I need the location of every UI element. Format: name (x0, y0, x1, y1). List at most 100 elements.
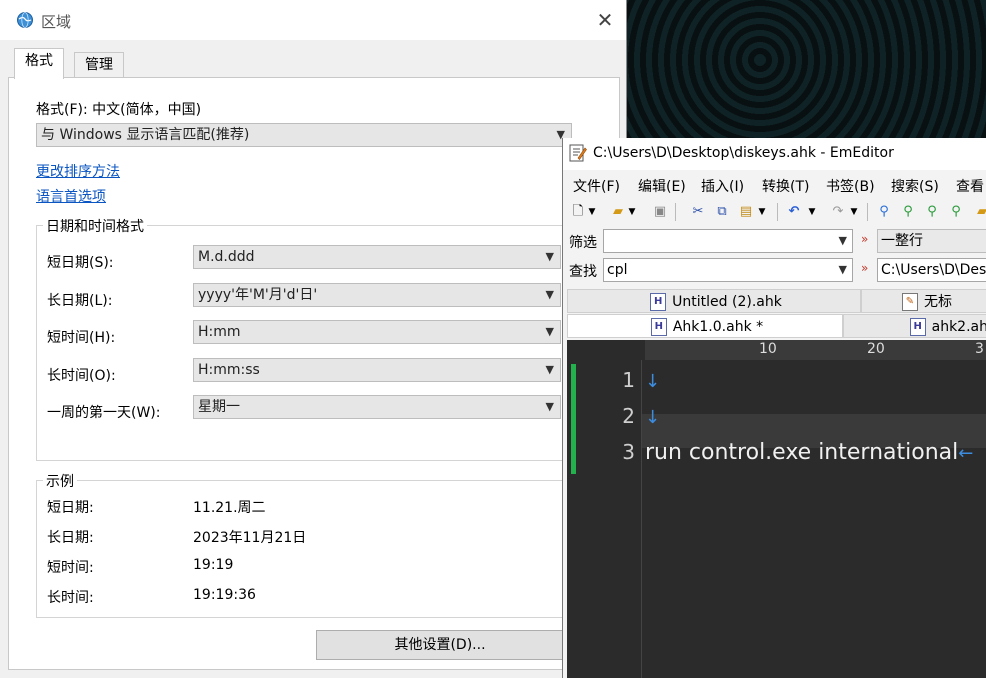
double-chevron-icon[interactable]: » (861, 261, 868, 275)
chevron-down-icon: ▼ (545, 400, 554, 413)
doc-tab-label: Untitled (2).ahk (672, 294, 782, 310)
find-label: 查找 (569, 264, 597, 280)
toolbar: 🗋 ▼ ▰ ▼ ▣ ✂ ⧉ ▤ ▼ ↶ ▼ ↷ ▼ ⚲ ⚲ ⚲ ⚲ ▰ (563, 200, 986, 226)
doc-tab[interactable]: ✎ 无标 (861, 289, 986, 313)
chevron-down-icon: ▼ (838, 263, 847, 276)
filter-mode-select[interactable]: 一整行 (877, 229, 986, 253)
ruler-number: 20 (867, 341, 885, 357)
find-input[interactable]: cpl ▼ (603, 258, 853, 282)
chevron-down-icon: ▼ (545, 288, 554, 301)
first-day-label: 一周的第一天(W): (47, 405, 161, 421)
chevron-down-icon: ▼ (545, 250, 554, 263)
menu-view[interactable]: 查看 (956, 176, 984, 196)
example-value: 11.21.周二 (193, 500, 266, 516)
ahk-file-icon: H (909, 318, 926, 336)
chevron-down-icon[interactable]: ▼ (587, 203, 597, 221)
first-day-value: 星期一 (198, 399, 240, 415)
format-select[interactable]: 与 Windows 显示语言匹配(推荐) ▼ (36, 123, 572, 147)
ahk-file-icon: H (650, 318, 667, 336)
example-value: 19:19 (193, 557, 234, 573)
example-label: 长日期: (47, 530, 94, 546)
line-number-gutter: 1 2 3 (567, 360, 642, 678)
group-title: 日期和时间格式 (43, 216, 147, 236)
menu-insert[interactable]: 插入(I) (701, 176, 744, 196)
find-next-icon[interactable]: ⚲ (899, 203, 917, 221)
example-label: 长时间: (47, 590, 94, 606)
chevron-down-icon[interactable]: ▼ (627, 203, 637, 221)
ahk-file-icon: H (650, 293, 667, 311)
modified-line-marker (571, 364, 576, 474)
ruler: 10 20 3 (645, 340, 986, 360)
chevron-down-icon[interactable]: ▼ (849, 203, 859, 221)
find-value: cpl (607, 262, 628, 278)
format-panel: 格式(F): 中文(简体，中国) 与 Windows 显示语言匹配(推荐) ▼ … (8, 77, 620, 670)
format-label: 格式(F): 中文(简体，中国) (36, 102, 202, 118)
cut-icon[interactable]: ✂ (689, 203, 707, 221)
newline-arrow-icon: ↓ (645, 371, 661, 392)
tab-admin[interactable]: 管理 (74, 52, 124, 78)
open-folder-icon[interactable]: ▰ (609, 203, 627, 221)
short-date-select[interactable]: M.d.ddd ▼ (193, 245, 561, 269)
doc-tab-active[interactable]: H Ahk1.0.ahk * (567, 314, 843, 338)
language-preferences-link[interactable]: 语言首选项 (36, 186, 106, 206)
find-path-field[interactable]: C:\Users\D\Desk (877, 258, 986, 282)
double-chevron-icon[interactable]: » (861, 232, 868, 246)
new-file-icon[interactable]: 🗋 (569, 203, 587, 221)
filter-input[interactable]: ▼ (603, 229, 853, 253)
chevron-down-icon: ▼ (545, 325, 554, 338)
chevron-down-icon: ▼ (545, 363, 554, 376)
long-date-label: 长日期(L): (47, 293, 113, 309)
text-file-icon: ✎ (902, 293, 918, 311)
example-label: 短时间: (47, 560, 94, 576)
paste-icon[interactable]: ▤ (737, 203, 755, 221)
globe-icon (17, 12, 33, 28)
emeditor-window: C:\Users\D\Desktop\diskeys.ahk - EmEdito… (562, 138, 986, 678)
window-title: C:\Users\D\Desktop\diskeys.ahk - EmEdito… (593, 145, 894, 161)
chevron-down-icon[interactable]: ▼ (757, 203, 767, 221)
long-time-label: 长时间(O): (47, 368, 116, 384)
editor-area[interactable]: 10 20 3 1 2 3 ↓ ↓ run control.exe intern… (567, 340, 986, 678)
toolbar-separator (777, 203, 778, 221)
close-button[interactable]: ✕ (594, 10, 616, 32)
doc-tab-label: 无标 (924, 294, 952, 310)
change-sort-link[interactable]: 更改排序方法 (36, 161, 120, 181)
title-bar: C:\Users\D\Desktop\diskeys.ahk - EmEdito… (563, 138, 986, 170)
first-day-select[interactable]: 星期一 ▼ (193, 395, 561, 419)
ruler-number: 3 (975, 341, 984, 357)
menu-bookmark[interactable]: 书签(B) (826, 176, 875, 196)
short-time-label: 短时间(H): (47, 330, 116, 346)
code-line: ↓ (645, 404, 660, 429)
code-line: run control.exe international← (645, 440, 973, 465)
undo-icon[interactable]: ↶ (785, 203, 803, 221)
short-time-select[interactable]: H:mm ▼ (193, 320, 561, 344)
menu-edit[interactable]: 编辑(E) (638, 176, 686, 196)
chevron-down-icon[interactable]: ▼ (807, 203, 817, 221)
save-icon[interactable]: ▣ (651, 203, 669, 221)
doc-tab[interactable]: H Untitled (2).ahk (567, 289, 861, 313)
long-date-select[interactable]: yyyy'年'M'月'd'日' ▼ (193, 283, 561, 307)
emeditor-logo-icon (569, 144, 587, 162)
folder-icon[interactable]: ▰ (973, 203, 986, 221)
filter-label: 筛选 (569, 235, 597, 251)
line-number: 3 (622, 440, 635, 464)
eof-arrow-icon: ← (958, 443, 974, 464)
find-prev-icon[interactable]: ⚲ (923, 203, 941, 221)
group-title: 示例 (43, 471, 77, 491)
other-settings-button[interactable]: 其他设置(D)... (316, 630, 564, 660)
redo-icon[interactable]: ↷ (829, 203, 847, 221)
doc-tab-label: Ahk1.0.ahk * (672, 319, 764, 335)
short-date-value: M.d.ddd (198, 249, 255, 265)
menu-bar: 文件(F) 编辑(E) 插入(I) 转换(T) 书签(B) 搜索(S) 查看 (563, 174, 986, 198)
toolbar-separator (675, 203, 676, 221)
copy-icon[interactable]: ⧉ (713, 203, 731, 221)
tab-format[interactable]: 格式 (14, 48, 64, 79)
ruler-number: 10 (759, 341, 777, 357)
replace-icon[interactable]: ⚲ (947, 203, 965, 221)
long-time-select[interactable]: H:mm:ss ▼ (193, 358, 561, 382)
menu-file[interactable]: 文件(F) (573, 176, 620, 196)
menu-search[interactable]: 搜索(S) (891, 176, 939, 196)
doc-tab[interactable]: Hahk2.ah (843, 314, 986, 338)
long-date-value: yyyy'年'M'月'd'日' (198, 287, 318, 303)
menu-convert[interactable]: 转换(T) (762, 176, 809, 196)
find-icon[interactable]: ⚲ (875, 203, 893, 221)
